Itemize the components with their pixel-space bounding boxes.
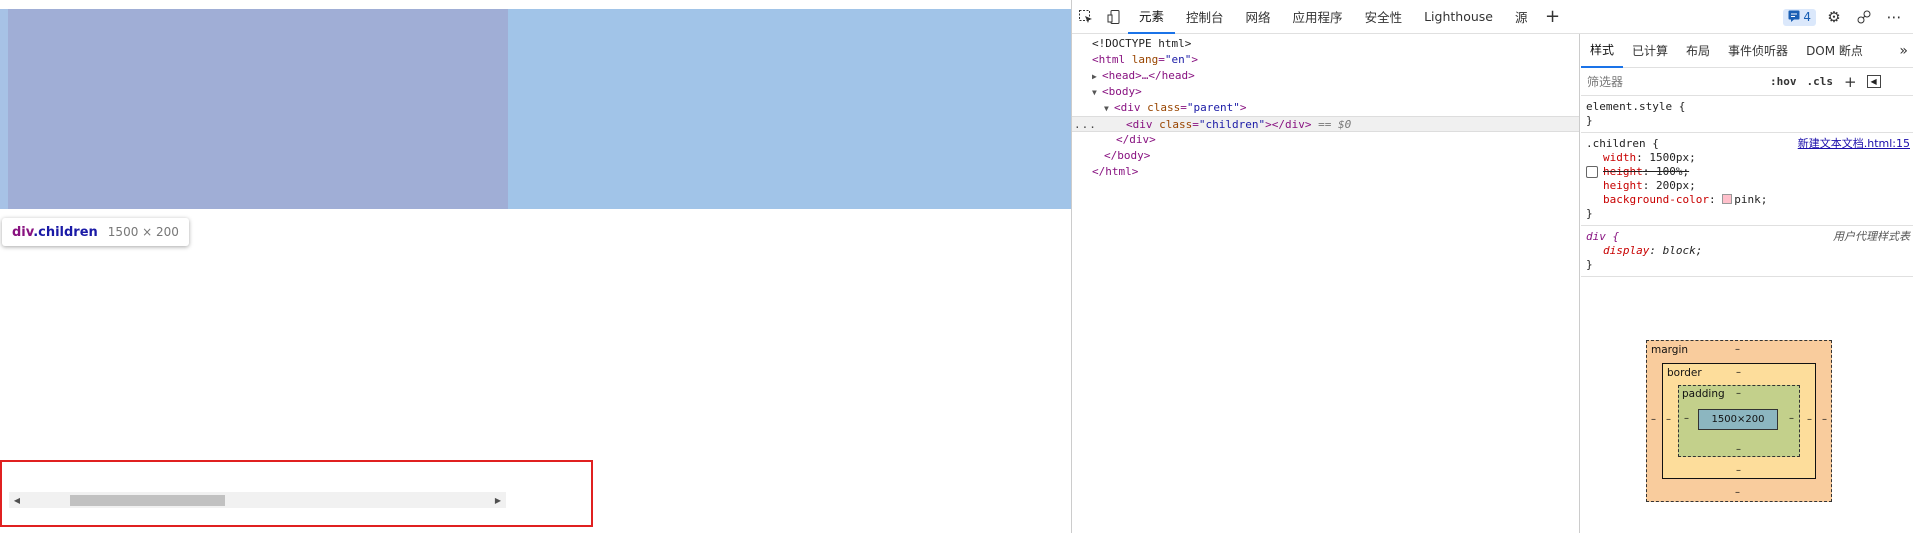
- box-model-border[interactable]: border – – – – padding – – – – 1500×200: [1662, 363, 1816, 479]
- border-right-value: –: [1807, 414, 1812, 425]
- padding-top-value: –: [1736, 388, 1741, 399]
- tab-network[interactable]: 网络: [1235, 0, 1282, 34]
- tooltip-size: 1500 × 200: [107, 225, 179, 239]
- children-rule[interactable]: .children { 新建文本文档.html:15 width: 1500px…: [1581, 133, 1913, 226]
- html-close-node[interactable]: </html>: [1072, 164, 1579, 180]
- tab-elements[interactable]: 元素: [1128, 0, 1176, 34]
- device-toolbar-icon[interactable]: [1100, 0, 1128, 34]
- gear-icon[interactable]: ⚙: [1822, 5, 1846, 29]
- margin-bottom-value: –: [1735, 487, 1740, 498]
- horizontal-scrollbar[interactable]: ◀ ▶: [9, 492, 506, 508]
- box-model-diagram: margin – – – – border – – – – padding –: [1581, 302, 1913, 502]
- tab-lighthouse[interactable]: Lighthouse: [1413, 0, 1504, 34]
- decl-width[interactable]: width: 1500px;: [1586, 151, 1909, 165]
- filter-input[interactable]: 筛选器: [1587, 73, 1765, 90]
- styles-filter-row: 筛选器 :hov .cls + ◀: [1581, 68, 1913, 96]
- tab-computed[interactable]: 已计算: [1623, 34, 1677, 68]
- new-rule-plus-icon[interactable]: +: [1838, 73, 1863, 91]
- scroll-left-arrow-icon[interactable]: ◀: [9, 492, 25, 508]
- property-checkbox[interactable]: [1586, 166, 1598, 178]
- margin-right-value: –: [1822, 414, 1827, 425]
- tab-event-listeners[interactable]: 事件侦听器: [1719, 34, 1797, 68]
- node-actions-dots[interactable]: ...: [1074, 117, 1097, 133]
- tab-styles[interactable]: 样式: [1581, 34, 1624, 68]
- element-style-rule[interactable]: element.style { }: [1581, 96, 1913, 133]
- more-options-icon[interactable]: ⋯: [1882, 5, 1906, 29]
- elements-tree: <!DOCTYPE html> <html lang="en"> ▶ <head>…: [1072, 34, 1580, 533]
- connections-icon[interactable]: [1852, 5, 1876, 29]
- doctype-node[interactable]: <!DOCTYPE html>: [1072, 36, 1579, 52]
- margin-top-value: –: [1735, 344, 1740, 355]
- user-agent-label: 用户代理样式表: [1833, 230, 1910, 243]
- decl-height-overridden[interactable]: height: 100%;: [1586, 165, 1909, 179]
- box-model-content[interactable]: 1500×200: [1698, 409, 1778, 430]
- scroll-right-arrow-icon[interactable]: ▶: [490, 492, 506, 508]
- border-bottom-value: –: [1736, 465, 1741, 476]
- styles-tabbar: 样式 已计算 布局 事件侦听器 DOM 断点 »: [1581, 34, 1913, 68]
- decl-display: display: block;: [1603, 244, 1703, 257]
- div-children-node[interactable]: ... <div class="children"></div> == $0: [1072, 116, 1579, 132]
- body-close-node[interactable]: </body>: [1072, 148, 1579, 164]
- devtools-panel: 元素 控制台 网络 应用程序 安全性 Lighthouse 源 + 4 ⚙ ⋯: [1071, 0, 1913, 533]
- tab-dom-breakpoints[interactable]: DOM 断点: [1797, 34, 1872, 68]
- styles-pane: 样式 已计算 布局 事件侦听器 DOM 断点 » 筛选器 :hov .cls +…: [1581, 34, 1913, 533]
- padding-label: padding: [1682, 388, 1725, 400]
- collapse-triangle-icon[interactable]: ▼: [1092, 85, 1102, 101]
- devtools-actions: 4 ⚙ ⋯: [1783, 0, 1913, 34]
- head-node[interactable]: ▶ <head>…</head>: [1072, 68, 1579, 84]
- element-inspect-tooltip: div.children 1500 × 200: [2, 218, 189, 246]
- page-viewport: div.children 1500 × 200 ◀ ▶: [0, 0, 1071, 533]
- div-close-node[interactable]: </div>: [1072, 132, 1579, 148]
- color-swatch[interactable]: [1722, 194, 1733, 204]
- tab-console[interactable]: 控制台: [1175, 0, 1235, 34]
- issues-badge[interactable]: 4: [1783, 8, 1816, 26]
- border-top-value: –: [1736, 367, 1741, 378]
- issues-count: 4: [1803, 10, 1811, 24]
- collapse-triangle-icon[interactable]: ▼: [1104, 101, 1114, 117]
- border-label: border: [1667, 367, 1702, 379]
- tab-security[interactable]: 安全性: [1354, 0, 1414, 34]
- tooltip-tag: div.children: [12, 224, 98, 240]
- inspect-element-icon[interactable]: [1072, 0, 1100, 34]
- source-link[interactable]: 新建文本文档.html:15: [1798, 137, 1910, 151]
- body-node[interactable]: ▼ <body>: [1072, 84, 1579, 100]
- padding-left-value: –: [1684, 413, 1689, 424]
- decl-background-color[interactable]: background-color: pink;: [1586, 193, 1909, 207]
- children-div-highlight[interactable]: [8, 9, 508, 209]
- screen: div.children 1500 × 200 ◀ ▶ 元素 控制台 网络 应用…: [0, 0, 1913, 533]
- tab-layout[interactable]: 布局: [1677, 34, 1719, 68]
- user-agent-rule[interactable]: div { 用户代理样式表 display: block; }: [1581, 226, 1913, 277]
- padding-bottom-value: –: [1736, 444, 1741, 455]
- page-top-band: [0, 0, 1071, 9]
- box-model-padding[interactable]: padding – – – – 1500×200: [1678, 385, 1800, 457]
- margin-left-value: –: [1651, 414, 1656, 425]
- message-icon: [1788, 10, 1800, 25]
- devtools-tabbar: 元素 控制台 网络 应用程序 安全性 Lighthouse 源 + 4 ⚙ ⋯: [1072, 0, 1913, 34]
- tab-sources[interactable]: 源: [1504, 0, 1539, 34]
- margin-label: margin: [1651, 344, 1689, 356]
- cls-button[interactable]: .cls: [1802, 75, 1839, 88]
- expand-triangle-icon[interactable]: ▶: [1092, 69, 1102, 85]
- padding-right-value: –: [1789, 413, 1794, 424]
- border-left-value: –: [1666, 414, 1671, 425]
- scrollbar-thumb[interactable]: [70, 495, 225, 506]
- margin-strip: [0, 9, 8, 209]
- add-tab-plus-icon[interactable]: +: [1538, 0, 1566, 34]
- decl-height[interactable]: height: 200px;: [1586, 179, 1909, 193]
- html-node[interactable]: <html lang="en">: [1072, 52, 1579, 68]
- more-tabs-chevron-icon[interactable]: »: [1899, 43, 1913, 59]
- box-model-margin[interactable]: margin – – – – border – – – – padding –: [1646, 340, 1832, 502]
- div-parent-node[interactable]: ▼ <div class="parent">: [1072, 100, 1579, 116]
- hov-button[interactable]: :hov: [1765, 75, 1802, 88]
- toggle-sidebar-icon[interactable]: ◀: [1866, 75, 1881, 88]
- tab-application[interactable]: 应用程序: [1282, 0, 1354, 34]
